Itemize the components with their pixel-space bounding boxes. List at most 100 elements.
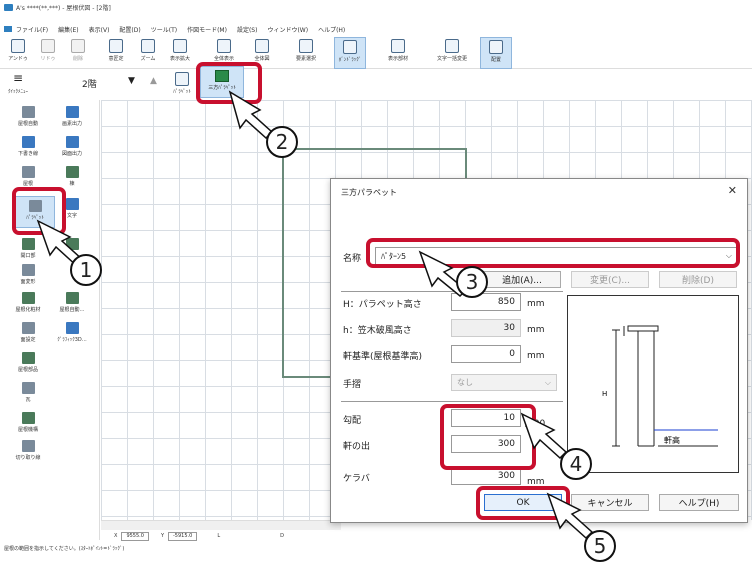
export-icon [65,106,79,118]
floor-up-icon[interactable]: ▲ [150,76,157,86]
undo-icon [11,39,25,53]
app-window: A's ****(**,***) - 屋根伏図 - [2階] ファイル(F) 編… [0,0,752,577]
d-label: D [280,533,284,539]
sidebar-item-ridge[interactable]: 棟 [52,166,92,187]
coping-cap [627,325,659,332]
ridge-icon [65,166,79,178]
zoom-in-icon [173,39,187,53]
menu-view[interactable]: 表示(V) [89,25,110,34]
callout-4: 4 [560,448,592,480]
delete-button[interactable]: 削除 [62,39,94,62]
add-button[interactable]: 追加(A)... [483,271,561,288]
overview-button[interactable]: 全体図 [246,39,278,62]
floor-dropdown-icon[interactable]: ▼ [128,76,135,86]
eave-base-label: 軒基準(屋根基準高) [343,352,423,362]
handrail-label: 手摺 [343,380,362,390]
place-icon [489,40,503,54]
drawing-output-icon [65,136,79,148]
redo-button[interactable]: リドゥ [32,39,64,62]
roof-icon [21,166,35,178]
menu-file[interactable]: ファイル(F) [16,25,48,34]
sidebar-item-cut-line[interactable]: 切り取り線 [8,440,48,461]
zoom-icon [141,39,155,53]
sidebar-item-roof-auto[interactable]: 屋根自動 [8,106,48,127]
eave-overhang-label: 軒の出 [343,442,371,452]
place-button[interactable]: 配置 [480,37,512,69]
menu-app-icon [4,26,12,32]
dialog-title: 三方パラペット [341,188,397,197]
roof-mechanism-icon [21,412,35,424]
horizontal-scrollbar[interactable] [101,520,341,530]
eave-height-label: 軒高 [664,435,680,445]
zoom-in-button[interactable]: 表示拡大 [164,39,196,62]
delete-icon [71,39,85,53]
coping-height-unit: mm [527,325,545,335]
menu-window[interactable]: ウィンドウ(W) [267,25,308,34]
fit-button[interactable]: 全体表示 [208,39,240,62]
graphic-3d-icon [65,322,79,334]
element-select-button[interactable]: 要素選択 [290,39,322,62]
title-bar: A's ****(**,***) - 屋根伏図 - [2階] [0,0,752,14]
divider-2 [341,401,563,402]
delete-button[interactable]: 削除(D) [659,271,737,288]
pitch-label: 勾配 [343,416,362,426]
menu-settings[interactable]: 設定(S) [237,25,258,34]
tile-icon [21,382,35,394]
menu-tools[interactable]: ツール(T) [151,25,177,34]
text-icon [65,198,79,210]
section-preview: H 軒高 [567,295,739,473]
change-button[interactable]: 変更(C)... [571,271,649,288]
text-replace-button[interactable]: 文字一括変更 [430,39,474,62]
overview-icon [255,39,269,53]
menu-edit[interactable]: 編集(E) [58,25,78,34]
menu-help[interactable]: ヘルプ(H) [318,25,345,34]
sidebar-item-roof-parts[interactable]: 屋根部品 [8,352,48,373]
roof-material-icon [21,292,35,304]
help-button[interactable]: ヘルプ(H) [659,494,739,511]
face-setting-icon [21,322,35,334]
parapet-section-diagram: H 軒高 [602,325,718,447]
eave-base-input[interactable]: 0 [451,345,521,363]
quick-menu-button[interactable]: ≡ ｸｲｯｸﾒﾆｭｰ [2,72,34,95]
h-unit: mm [527,299,545,309]
y-coordinate: -5915.0 [168,531,198,541]
sidebar-item-draft-line[interactable]: 下書き線 [8,136,48,157]
handrail-select[interactable]: なし ⌵ [451,374,557,391]
pointer-icon [299,39,313,53]
sidebar-item-face-setting[interactable]: 面設定 [8,322,48,343]
menu-place[interactable]: 配置(D) [119,25,140,34]
status-bar: 屋根の範囲を指示してください。(ｽﾀｰﾄﾎﾟｲﾝﾄ=ﾄﾞﾗｯｸﾞ) [0,545,752,555]
display-members-button[interactable]: 表示部材 [382,39,414,62]
draft-line-icon [21,136,35,148]
sidebar-item-roof-material[interactable]: 屋根化粧材 [8,292,48,313]
sidebar-item-roof[interactable]: 屋根 [8,166,48,187]
select-button[interactable]: 意匠定 [100,39,132,62]
sidebar-item-export[interactable]: 画素出力 [52,106,92,127]
sidebar: 屋根自動 画素出力 下書き線 図面出力 屋根 棟 ﾊﾟﾗﾍﾟｯﾄ 文字 開口部 … [0,100,100,540]
floor-selector[interactable]: 2階 [82,77,97,90]
menu-draw-mode[interactable]: 作図モード(M) [187,25,227,34]
menu-bar: ファイル(F) 編集(E) 表示(V) 配置(D) ツール(T) 作図モード(M… [0,22,752,36]
eave-base-unit: mm [527,351,545,361]
grid-snap-button[interactable]: ﾎﾞﾝﾄﾞﾗｯｸﾞ [334,37,366,69]
callout-1: 1 [70,254,102,286]
sidebar-item-roof-auto2[interactable]: 屋根自動… [52,292,92,313]
sidebar-item-graphic-3d[interactable]: ｸﾞﾗﾌｨｯｸ3D… [52,322,92,343]
parapet-icon [175,72,189,86]
zoom-button[interactable]: ズーム [132,39,164,62]
select-icon [109,39,123,53]
x-label: X [114,533,118,539]
callout-3: 3 [456,266,488,298]
sidebar-item-roof-mechanism[interactable]: 屋根機構 [8,412,48,433]
roof-parts-icon [21,352,35,364]
sidebar-item-tile[interactable]: 瓦 [8,382,48,403]
hamburger-icon: ≡ [12,71,24,85]
undo-button[interactable]: アンドゥ [2,39,34,62]
coping-height-label: h：笠木破風高さ [343,326,412,336]
close-icon[interactable]: ✕ [728,184,737,197]
coping-height-input[interactable]: 30 [451,319,521,337]
roof-auto-icon [21,106,35,118]
sidebar-item-drawing-output[interactable]: 図面出力 [52,136,92,157]
parapet-button[interactable]: ﾊﾟﾗﾍﾟｯﾄ [166,72,198,95]
status-message: 屋根の範囲を指示してください。(ｽﾀｰﾄﾎﾟｲﾝﾄ=ﾄﾞﾗｯｸﾞ) [4,546,125,552]
